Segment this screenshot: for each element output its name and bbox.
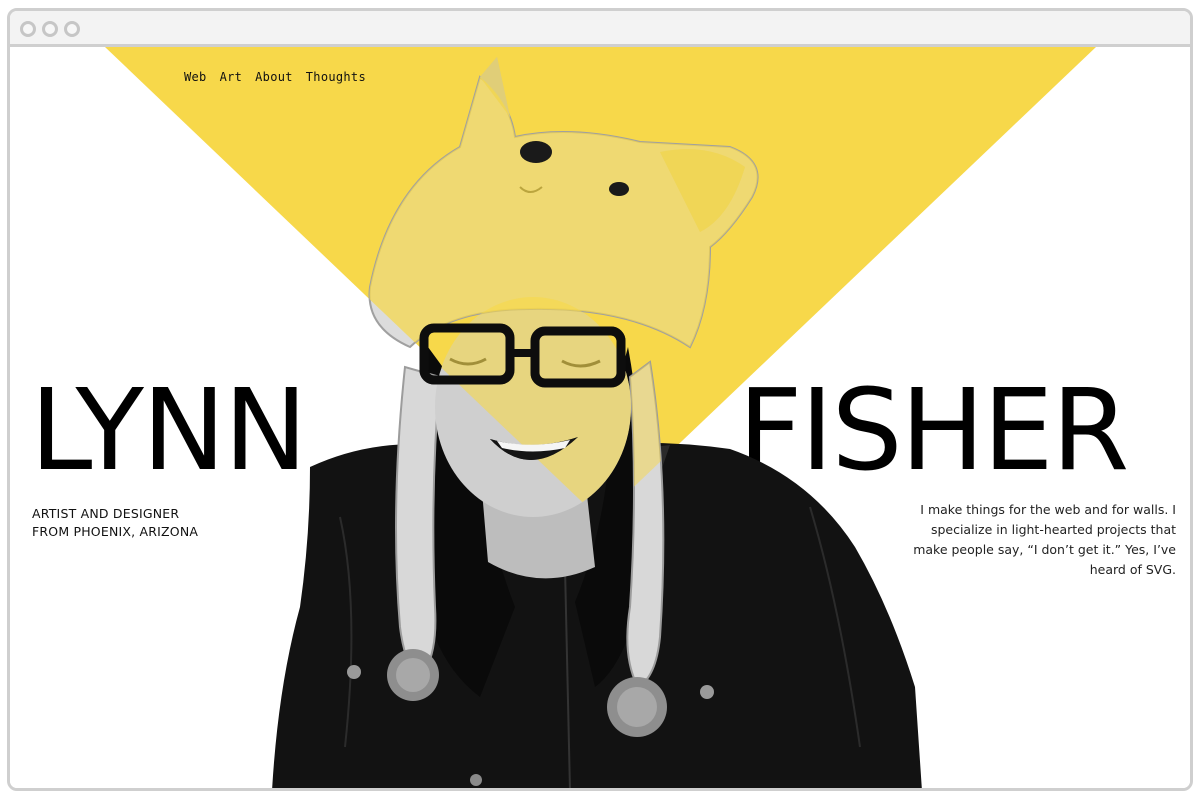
window-dot-icon[interactable] [64,21,80,37]
browser-titlebar [10,11,1190,47]
page-content: Web Art About Thoughts LYNN FISHER ARTIS… [10,47,1190,788]
portrait-photo [272,57,922,788]
window-dot-icon[interactable] [20,21,36,37]
tagline-line-1: ARTIST AND DESIGNER [32,506,180,521]
browser-window: Web Art About Thoughts LYNN FISHER ARTIS… [7,8,1193,791]
bio-text: I make things for the web and for walls.… [913,502,1176,577]
tagline: ARTIST AND DESIGNER FROM PHOENIX, ARIZON… [32,505,198,541]
tagline-line-2: FROM PHOENIX, ARIZONA [32,524,199,539]
window-dot-icon[interactable] [42,21,58,37]
